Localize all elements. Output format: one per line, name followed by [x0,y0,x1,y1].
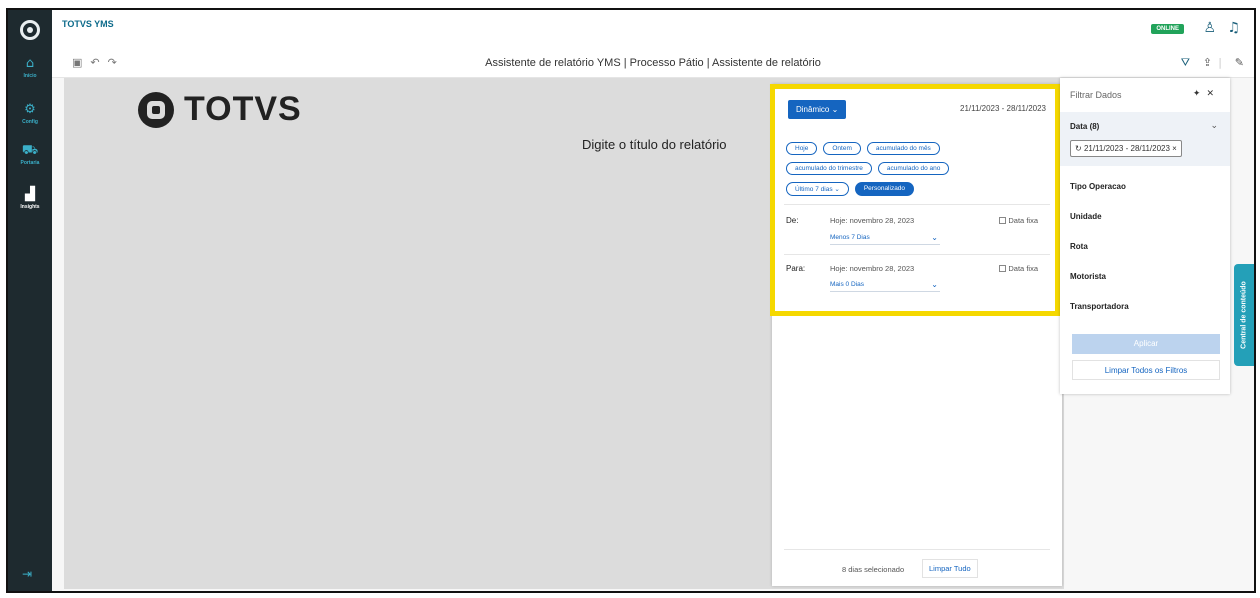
bell-icon[interactable]: ♫ [1227,20,1240,36]
sidebar-item-insights[interactable]: ▟ Insights [8,187,52,219]
content-center-tab[interactable]: Central de conteúdo [1234,264,1254,366]
chevron-down-icon: ⌄ [931,280,938,289]
app-logo-icon[interactable] [20,20,40,40]
filter-item-transportadora[interactable]: Transportadora [1070,302,1129,311]
preset-chips-row: acumulado do trimestre acumulado do ano [786,162,950,175]
from-offset-select[interactable]: Menos 7 Dias ⌄ [830,233,940,245]
home-icon: ⌂ [25,56,35,71]
divider [784,254,1050,255]
export-icon[interactable]: ⇪ [1203,56,1212,69]
chip-label: 21/11/2023 - 28/11/2023 [1083,144,1170,153]
status-badge: ONLINE [1151,24,1184,34]
close-icon[interactable]: × [1172,144,1177,153]
from-label: De: [786,216,799,225]
truck-icon: ⛟ [21,143,39,158]
totvs-logo-icon [138,91,174,128]
from-date: Hoje: novembro 28, 2023 [830,216,915,225]
to-label: Para: [786,264,806,273]
select-value: Menos 7 Dias [830,234,870,241]
date-filter-chip[interactable]: ↻ 21/11/2023 - 28/11/2023 × [1070,140,1182,157]
sidebar-item-label: Início [23,73,37,79]
chip-ultimo-7-dias[interactable]: Último 7 dias ⌄ [786,182,849,196]
mode-label: Dinâmico [796,105,830,114]
filter-item-motorista[interactable]: Motorista [1070,272,1106,281]
checkbox-label: Data fixa [1008,264,1038,273]
content-center-label: Central de conteúdo [1240,281,1248,349]
preset-chips-row: Último 7 dias ⌄ Personalizado [786,182,915,196]
sidebar-item-config[interactable]: ⚙ Config [8,102,52,134]
chip-acumulado-trimestre[interactable]: acumulado do trimestre [786,162,872,175]
chevron-down-icon: ⌄ [1210,120,1218,130]
chevron-down-icon: ⌄ [831,105,839,114]
sidebar-item-inicio[interactable]: ⌂ Início [8,56,52,88]
date-filter-panel: Dinâmico ⌄ 21/11/2023 - 28/11/2023 Hoje … [772,84,1062,586]
clear-all-button[interactable]: Limpar Tudo [922,559,978,578]
edit-icon[interactable]: ✎ [1235,56,1244,69]
filter-item-data[interactable]: Data (8) ⌄ ↻ 21/11/2023 - 28/11/2023 × [1060,112,1230,166]
refresh-icon: ↻ [1075,144,1082,153]
logo-text: TOTVS [184,90,302,128]
divider [784,204,1050,205]
from-fixed-checkbox[interactable]: Data fixa [999,216,1038,225]
to-fixed-checkbox[interactable]: Data fixa [999,264,1038,273]
chart-icon: ▟ [25,187,35,202]
to-date: Hoje: novembro 28, 2023 [830,264,915,273]
chevron-down-icon: ⌄ [931,233,938,242]
chip-ontem[interactable]: Ontem [823,142,861,155]
sidebar: ⌂ Início ⚙ Config ⛟ Portaria ▟ Insights … [8,10,52,591]
chip-label: Último 7 dias [795,186,833,193]
user-icon[interactable]: ♙ [1203,20,1216,36]
pin-icon[interactable]: ✦ [1193,88,1207,98]
filter-panel: Filtrar Dados ✦✕ Data (8) ⌄ ↻ 21/11/2023… [1060,78,1230,394]
date-range-text: 21/11/2023 - 28/11/2023 [960,104,1046,113]
checkbox-label: Data fixa [1008,216,1038,225]
sidebar-item-label: Config [22,119,38,125]
report-title: Assistente de relatório YMS | Processo P… [485,57,821,69]
to-offset-select[interactable]: Mais 0 Dias ⌄ [830,280,940,292]
toolbar-divider: | [1218,56,1222,69]
chevron-down-icon: ⌄ [834,186,840,193]
chip-acumulado-mes[interactable]: acumulado do mês [866,142,940,155]
chip-personalizado[interactable]: Personalizado [854,182,915,196]
divider [784,549,1050,550]
sidebar-item-label: Portaria [20,160,40,166]
checkbox-icon [999,265,1007,272]
filter-icon[interactable]: ⛛ [1181,56,1190,70]
mode-dropdown[interactable]: Dinâmico ⌄ [788,100,847,119]
filter-item-tipo-operacao[interactable]: Tipo Operacao [1070,182,1126,191]
preset-chips-row: Hoje Ontem acumulado do mês [786,142,940,155]
filter-item-rota[interactable]: Rota [1070,242,1088,251]
select-value: Mais 0 Dias [830,281,864,288]
filter-data-label: Data (8) [1070,122,1100,131]
chip-acumulado-ano[interactable]: acumulado do ano [877,162,950,175]
app-title: TOTVS YMS [62,19,114,29]
filter-panel-actions: ✦✕ [1193,88,1220,99]
top-header: TOTVS YMS ONLINE ♙ ♫ [52,10,1254,48]
report-toolbar: ▣↶↷ Assistente de relatório YMS | Proces… [52,48,1254,78]
collapse-menu-icon[interactable]: ⇥ [22,567,32,581]
gear-icon: ⚙ [24,102,36,117]
sidebar-item-label: Insights [20,204,40,210]
apply-button[interactable]: Aplicar [1072,334,1220,354]
filter-panel-title: Filtrar Dados [1070,90,1122,100]
days-selected-text: 8 dias selecionado [842,565,905,574]
filter-item-unidade[interactable]: Unidade [1070,212,1102,221]
close-icon[interactable]: ✕ [1206,88,1220,98]
totvs-logo: TOTVS [138,90,302,129]
sidebar-item-portaria[interactable]: ⛟ Portaria [8,143,52,175]
checkbox-icon [999,217,1007,224]
report-title-input[interactable]: Digite o título do relatório [582,137,727,152]
clear-filters-button[interactable]: Limpar Todos os Filtros [1072,360,1220,380]
chip-hoje[interactable]: Hoje [786,142,818,155]
app-window: ⌂ Início ⚙ Config ⛟ Portaria ▟ Insights … [6,8,1256,593]
